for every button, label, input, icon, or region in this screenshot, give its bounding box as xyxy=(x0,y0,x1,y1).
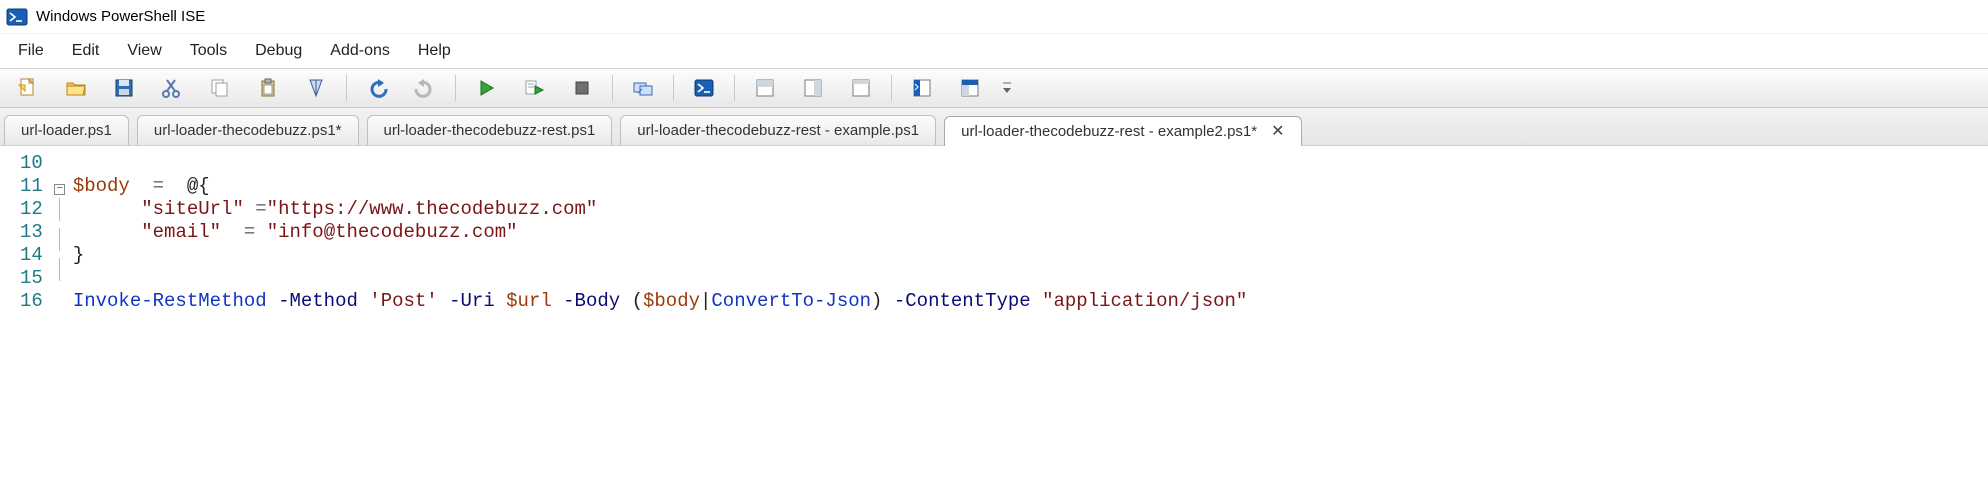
save-icon[interactable] xyxy=(106,73,142,103)
stop-icon[interactable] xyxy=(564,73,600,103)
code-line[interactable] xyxy=(73,267,1248,290)
run-icon[interactable] xyxy=(468,73,504,103)
clear-icon[interactable] xyxy=(298,73,334,103)
line-number: 12 xyxy=(20,198,43,221)
fold-marker xyxy=(51,228,69,258)
undo-icon[interactable] xyxy=(359,73,395,103)
fold-marker xyxy=(51,258,69,288)
line-number: 16 xyxy=(20,290,43,313)
close-tab-icon[interactable]: ✕ xyxy=(1271,124,1284,140)
layout-script-max-icon[interactable] xyxy=(843,73,879,103)
menu-item-add-ons[interactable]: Add-ons xyxy=(316,38,404,64)
line-number: 15 xyxy=(20,267,43,290)
code-line[interactable]: Invoke-RestMethod -Method 'Post' -Uri $u… xyxy=(73,290,1248,313)
toolbar-separator xyxy=(734,75,735,101)
show-command-addon-icon[interactable] xyxy=(952,73,988,103)
redo-icon[interactable] xyxy=(407,73,443,103)
toolbar-separator xyxy=(455,75,456,101)
menu-item-edit[interactable]: Edit xyxy=(58,38,114,64)
toolbar-separator xyxy=(891,75,892,101)
menu-bar: FileEditViewToolsDebugAdd-onsHelp xyxy=(0,34,1988,68)
fold-column[interactable]: − xyxy=(51,152,69,334)
title-bar: Windows PowerShell ISE xyxy=(0,0,1988,34)
code-line[interactable] xyxy=(73,152,1248,175)
show-command-icon[interactable] xyxy=(904,73,940,103)
file-tab[interactable]: url-loader-thecodebuzz.ps1* xyxy=(137,115,359,145)
code-line[interactable]: "siteUrl" ="https://www.thecodebuzz.com" xyxy=(73,198,1248,221)
file-tab-label: url-loader-thecodebuzz-rest - example.ps… xyxy=(637,122,919,139)
remote-icon[interactable] xyxy=(625,73,661,103)
powershell-icon[interactable] xyxy=(686,73,722,103)
code-editor[interactable]: 10111213141516 − $body = @{ "siteUrl" ="… xyxy=(0,146,1988,374)
toolbar-separator xyxy=(612,75,613,101)
code-content[interactable]: $body = @{ "siteUrl" ="https://www.theco… xyxy=(69,152,1248,334)
file-tab[interactable]: url-loader-thecodebuzz-rest - example.ps… xyxy=(620,115,936,145)
paste-icon[interactable] xyxy=(250,73,286,103)
file-tab-label: url-loader.ps1 xyxy=(21,122,112,139)
tab-strip: url-loader.ps1 url-loader-thecodebuzz.ps1… xyxy=(0,108,1988,146)
cut-icon[interactable] xyxy=(154,73,190,103)
toolbar-separator xyxy=(673,75,674,101)
toolbar-separator xyxy=(346,75,347,101)
menu-item-help[interactable]: Help xyxy=(404,38,465,64)
toolbar-overflow-icon[interactable] xyxy=(998,73,1016,103)
window-title: Windows PowerShell ISE xyxy=(36,8,205,25)
layout-script-right-icon[interactable] xyxy=(795,73,831,103)
fold-marker xyxy=(51,198,69,228)
menu-item-view[interactable]: View xyxy=(113,38,175,64)
code-line[interactable]: $body = @{ xyxy=(73,175,1248,198)
copy-icon[interactable] xyxy=(202,73,238,103)
new-file-icon[interactable] xyxy=(10,73,46,103)
code-line[interactable]: "email" = "info@thecodebuzz.com" xyxy=(73,221,1248,244)
file-tab[interactable]: url-loader-thecodebuzz-rest - example2.p… xyxy=(944,116,1301,146)
line-number: 14 xyxy=(20,244,43,267)
file-tab-label: url-loader-thecodebuzz.ps1* xyxy=(154,122,342,139)
line-number: 11 xyxy=(20,175,43,198)
run-selection-icon[interactable] xyxy=(516,73,552,103)
fold-marker[interactable]: − xyxy=(51,175,69,198)
powershell-ise-app-icon xyxy=(6,6,28,28)
fold-marker xyxy=(51,288,69,311)
file-tab-label: url-loader-thecodebuzz-rest.ps1 xyxy=(384,122,596,139)
file-tab[interactable]: url-loader.ps1 xyxy=(4,115,129,145)
file-tab-label: url-loader-thecodebuzz-rest - example2.p… xyxy=(961,123,1257,140)
toolbar xyxy=(0,68,1988,108)
line-number: 10 xyxy=(20,152,43,175)
code-line[interactable]: } xyxy=(73,244,1248,267)
menu-item-tools[interactable]: Tools xyxy=(176,38,241,64)
menu-item-file[interactable]: File xyxy=(4,38,58,64)
menu-item-debug[interactable]: Debug xyxy=(241,38,316,64)
line-number-gutter: 10111213141516 xyxy=(0,152,51,334)
fold-marker xyxy=(51,311,69,334)
fold-marker xyxy=(51,152,69,175)
file-tab[interactable]: url-loader-thecodebuzz-rest.ps1 xyxy=(367,115,613,145)
layout-script-top-icon[interactable] xyxy=(747,73,783,103)
line-number: 13 xyxy=(20,221,43,244)
open-folder-icon[interactable] xyxy=(58,73,94,103)
